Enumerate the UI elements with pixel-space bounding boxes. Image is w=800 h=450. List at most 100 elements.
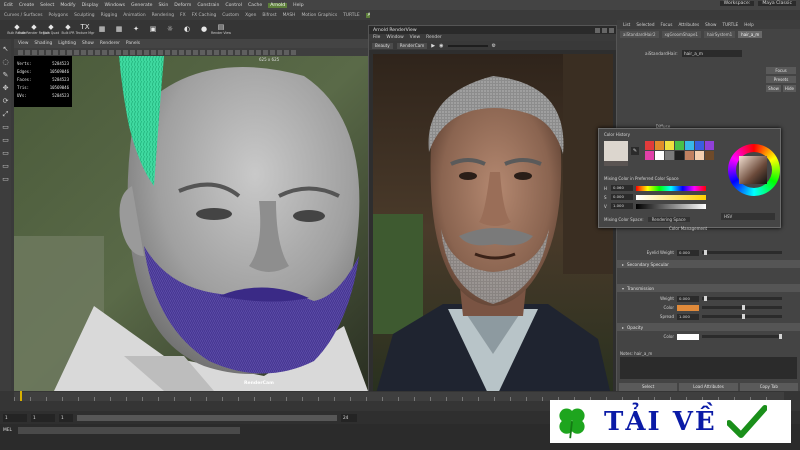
shelf-tab[interactable]: Sculpting <box>74 13 95 18</box>
shelf-tool-button[interactable]: ☼ <box>163 22 177 37</box>
attr-node-tab[interactable]: xgGroomShape1 <box>661 30 701 38</box>
viewport-toolbar-icon[interactable] <box>270 49 275 55</box>
attr-menu-list[interactable]: List <box>623 22 630 27</box>
viewport-toolbar-icon[interactable] <box>165 49 170 55</box>
shelf-tab[interactable]: TURTLE <box>343 13 360 18</box>
layout-icon[interactable]: ▭ <box>2 136 10 144</box>
lasso-icon[interactable]: ◌ <box>2 58 10 66</box>
viewport-toolbar-icon[interactable] <box>67 49 72 55</box>
viewport-menu-renderer[interactable]: Renderer <box>100 41 120 46</box>
color-history-swatch[interactable] <box>695 141 704 150</box>
viewport-toolbar-icon[interactable] <box>109 49 114 55</box>
settings-icon[interactable]: ⚙ <box>492 43 496 49</box>
renderview-menu-view[interactable]: View <box>410 35 420 40</box>
color-history-swatch[interactable] <box>705 141 714 150</box>
color-history-swatch[interactable] <box>695 151 704 160</box>
shelf-tab[interactable]: Arnold <box>365 12 370 18</box>
viewport-toolbar-icon[interactable] <box>53 49 58 55</box>
menu-item-windows[interactable]: Windows <box>105 3 126 8</box>
viewport-menu-show[interactable]: Show <box>82 41 94 46</box>
color-history-swatch[interactable] <box>655 141 664 150</box>
section-transmission[interactable]: Transmission <box>617 284 800 292</box>
attr-menu-show[interactable]: Show <box>705 22 716 27</box>
menu-item-cache[interactable]: Cache <box>248 3 262 8</box>
playback-start-field[interactable]: 1 <box>31 413 55 422</box>
attr-row-slider[interactable] <box>702 296 782 301</box>
color-history-swatch[interactable] <box>675 151 684 160</box>
viewport-toolbar-icon[interactable] <box>39 49 44 55</box>
download-badge[interactable]: TẢI VỀ <box>550 400 791 443</box>
shelf-tab[interactable]: Animation <box>123 13 145 18</box>
viewport-menu-lighting[interactable]: Lighting <box>58 41 76 46</box>
viewport-toolbar-icon[interactable] <box>277 49 282 55</box>
viewport-toolbar-icon[interactable] <box>256 49 261 55</box>
menu-item-select[interactable]: Select <box>40 3 54 8</box>
notes-field[interactable] <box>620 357 797 379</box>
color-swatch[interactable] <box>677 304 699 311</box>
viewport-toolbar-icon[interactable] <box>137 49 142 55</box>
renderview-titlebar[interactable]: Arnold RenderView <box>369 26 616 34</box>
viewport[interactable]: Verts: 5284523 Edges: 10569046 Faces: 5284523… <box>14 56 368 391</box>
shelf-tab[interactable]: Motion Graphics <box>301 13 337 18</box>
attr-row-slider[interactable] <box>702 314 782 319</box>
exposure-slider[interactable] <box>447 44 488 47</box>
rotate-icon[interactable]: ⟳ <box>2 97 10 105</box>
viewport-toolbar-icon[interactable] <box>235 49 240 55</box>
color-history-swatch[interactable] <box>675 141 684 150</box>
section-secondary-specular[interactable]: Secondary Specular <box>617 260 800 268</box>
viewport-toolbar-icon[interactable] <box>221 49 226 55</box>
viewport-toolbar-icon[interactable] <box>60 49 65 55</box>
viewport-toolbar-icon[interactable] <box>207 49 212 55</box>
hue-slider[interactable] <box>636 185 706 191</box>
viewport-toolbar-icon[interactable] <box>130 49 135 55</box>
menu-item-display[interactable]: Display <box>82 3 99 8</box>
shader-name-field[interactable]: hair_a_m <box>682 50 742 57</box>
shelf-tool-button[interactable]: ▤ Render View <box>211 22 231 37</box>
renderview-menu-file[interactable]: File <box>373 35 380 40</box>
end-frame-field[interactable]: 24 <box>341 413 357 422</box>
channel-value[interactable]: 0.000 <box>611 194 633 200</box>
viewport-toolbar-icon[interactable] <box>123 49 128 55</box>
command-input[interactable] <box>18 427 240 434</box>
shelf-tool-button[interactable]: ▦ <box>112 22 126 37</box>
viewport-toolbar-icon[interactable] <box>102 49 107 55</box>
range-slider-bar[interactable] <box>77 414 337 421</box>
menu-item-modify[interactable]: Modify <box>60 3 75 8</box>
viewport-toolbar-icon[interactable] <box>88 49 93 55</box>
shelf-tab[interactable]: Curves / Surfaces <box>4 13 43 18</box>
attr-node-tab[interactable]: aiStandardHair2 <box>620 30 659 38</box>
viewport-menu-panels[interactable]: Panels <box>126 41 140 46</box>
arnold-renderview-window[interactable]: Arnold RenderView File Window View Render B… <box>368 25 617 411</box>
shelf-tool-button[interactable]: ● <box>197 22 211 37</box>
viewport-toolbar-icon[interactable] <box>263 49 268 55</box>
color-management-checkbox[interactable]: Color Management <box>669 226 707 231</box>
color-history-swatch[interactable] <box>665 151 674 160</box>
close-icon[interactable] <box>609 27 614 33</box>
viewport-toolbar-icon[interactable] <box>214 49 219 55</box>
shelf-tab[interactable]: Polygons <box>49 13 69 18</box>
range-frame-field[interactable]: 1 <box>59 413 73 422</box>
menu-item-control[interactable]: Control <box>225 3 242 8</box>
menu-item-skin[interactable]: Skin <box>159 3 169 8</box>
eyedropper-icon[interactable]: ✎ <box>631 147 639 155</box>
presets-button[interactable]: Presets <box>766 76 796 83</box>
viewport-toolbar-icon[interactable] <box>32 49 37 55</box>
attr-menu-focus[interactable]: Focus <box>660 22 672 27</box>
menu-item-create[interactable]: Create <box>19 3 34 8</box>
viewport-toolbar-icon[interactable] <box>200 49 205 55</box>
shelf-tab[interactable]: Custom <box>222 13 239 18</box>
shelf-tool-button[interactable]: TX Texture Mgr <box>76 22 95 37</box>
hide-button[interactable]: Hide <box>782 85 796 92</box>
color-picker-popup[interactable]: Color History ✎ Mixing Color in Preferre… <box>598 128 781 231</box>
shelf-tab[interactable]: MASH <box>283 13 296 18</box>
attr-row-slider[interactable] <box>702 305 782 310</box>
move-icon[interactable]: ✥ <box>2 84 10 92</box>
attr-row-slider[interactable] <box>702 334 782 339</box>
shelf-tab[interactable]: FX Caching <box>192 13 217 18</box>
current-time-marker[interactable] <box>20 391 22 401</box>
shelf-tab[interactable]: FX <box>180 13 186 18</box>
color-swatch[interactable] <box>677 333 699 340</box>
shelf-tool-button[interactable]: ◐ <box>180 22 194 37</box>
channel-value[interactable]: 1.000 <box>611 203 633 209</box>
color-history-swatch[interactable] <box>685 141 694 150</box>
